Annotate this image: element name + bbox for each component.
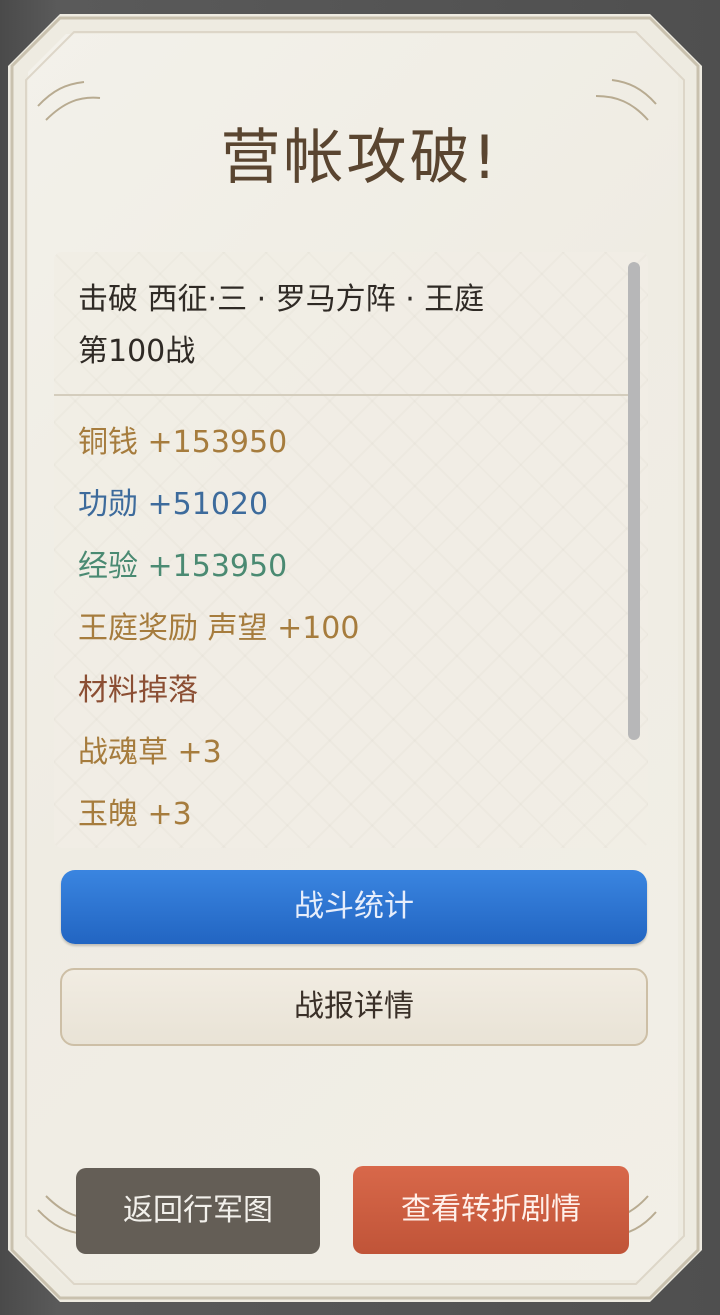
reward-copper: 铜钱 +153950 (78, 425, 288, 460)
reward-list: 铜钱 +153950 功勋 +51020 经验 +153950 王庭奖励 声望 … (78, 412, 618, 846)
battle-report-button[interactable]: 战报详情 (60, 968, 648, 1046)
reward-prestige: 王庭奖励 声望 +100 (78, 611, 360, 646)
battle-location: 击破 西征·三 · 罗马方阵 · 王庭 (78, 282, 485, 317)
reward-experience: 经验 +153950 (78, 549, 288, 584)
return-march-map-button[interactable]: 返回行军图 (76, 1168, 320, 1254)
battle-result-panel: 击破 西征·三 · 罗马方阵 · 王庭 第100战 铜钱 +153950 功勋 … (54, 252, 648, 848)
result-divider (54, 394, 629, 396)
reward-merit: 功勋 +51020 (78, 487, 269, 522)
battle-summary: 击破 西征·三 · 罗马方阵 · 王庭 第100战 (78, 274, 618, 378)
reward-scrollbar[interactable] (628, 262, 640, 740)
page-title: 营帐攻破! (220, 123, 500, 193)
reward-war-soul-herb: 战魂草 +3 (78, 735, 222, 770)
battle-stats-button[interactable]: 战斗统计 (61, 870, 647, 944)
material-drop-heading: 材料掉落 (78, 673, 198, 708)
view-turning-story-button[interactable]: 查看转折剧情 (353, 1166, 629, 1254)
reward-jade-spirit: 玉魄 +3 (78, 797, 192, 832)
battle-number: 第100战 (78, 334, 196, 369)
game-screen: 营帐攻破! 击破 西征·三 · 罗马方阵 · 王庭 第100战 铜钱 +1539… (0, 0, 720, 1315)
